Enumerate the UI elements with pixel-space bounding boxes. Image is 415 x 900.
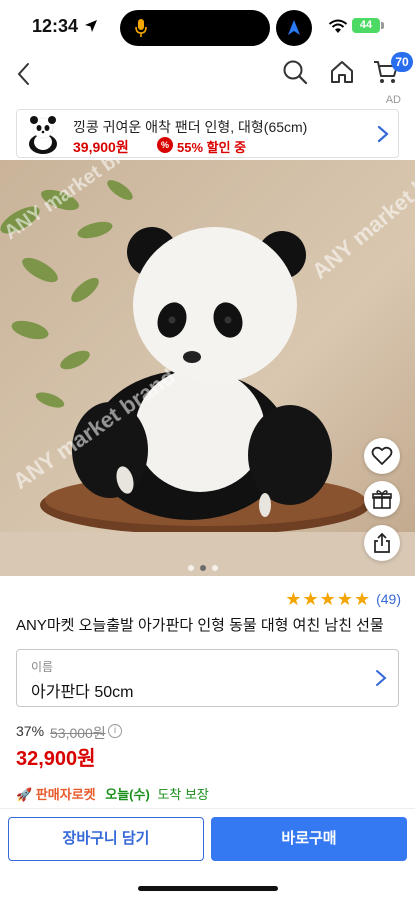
- search-icon[interactable]: [281, 58, 309, 86]
- heart-icon: [371, 446, 393, 465]
- product-title: ANY마켓 오늘출발 아가판다 인형 동물 대형 여친 남친 선물: [16, 617, 384, 634]
- ad-discount: 55% 할인 중: [177, 140, 247, 155]
- star-icon: ★: [319, 589, 336, 609]
- wifi-icon: [328, 19, 348, 33]
- arrival-day: 오늘(수): [105, 787, 150, 802]
- status-time: 12:34: [32, 16, 79, 36]
- battery-cap: [381, 22, 384, 29]
- microphone-icon: [135, 19, 147, 37]
- star-icon: ★: [302, 589, 319, 609]
- back-icon[interactable]: [10, 58, 38, 90]
- pagination-dot[interactable]: [212, 565, 218, 571]
- share-button[interactable]: [364, 525, 400, 561]
- ad-banner[interactable]: 낑콩 귀여운 애착 팬더 인형, 대형(65cm) 39,900원 % 55% …: [16, 109, 399, 158]
- option-value: 아가판다 50cm: [31, 684, 134, 701]
- rocket-icon: 🚀: [16, 787, 33, 802]
- option-label: 이름: [31, 660, 54, 674]
- chevron-right-icon: [376, 670, 387, 686]
- sale-price: 32,900원: [16, 748, 96, 770]
- status-bar: 12:34 44: [0, 0, 415, 52]
- chevron-right-icon: [377, 125, 389, 143]
- delivery-info: 🚀 판매자로켓 오늘(수) 도착 보장: [16, 784, 209, 803]
- image-pagination[interactable]: [188, 565, 218, 571]
- star-icon: ★: [336, 589, 353, 609]
- discount-badge-icon: %: [157, 137, 173, 153]
- ad-price: 39,900원: [73, 139, 129, 155]
- discount-rate: 37%: [16, 723, 45, 739]
- cart-count-badge: 70: [391, 52, 413, 72]
- review-count[interactable]: (49): [376, 591, 401, 607]
- home-indicator[interactable]: [138, 886, 278, 891]
- gift-button[interactable]: [364, 481, 400, 517]
- rating[interactable]: ★ ★ ★ ★ ★ (49): [285, 590, 401, 608]
- star-icon: ★: [353, 589, 371, 609]
- location-arrow-icon: [85, 20, 97, 32]
- arrival-guarantee: 도착 보장: [157, 787, 209, 802]
- ad-title: 낑콩 귀여운 애착 팬더 인형, 대형(65cm): [73, 119, 308, 135]
- original-price: 53,000원: [50, 725, 106, 741]
- share-icon: [374, 532, 390, 553]
- top-nav: [0, 52, 415, 96]
- star-icon: ★: [285, 589, 302, 609]
- gift-icon: [372, 490, 392, 509]
- navigation-indicator: [276, 10, 312, 46]
- ad-label: AD: [385, 94, 401, 106]
- ad-panda-thumbnail: [29, 116, 57, 154]
- rocket-label: 판매자로켓: [35, 787, 96, 802]
- pagination-dot-active[interactable]: [200, 565, 206, 571]
- dynamic-island: [120, 10, 270, 46]
- battery-indicator: 44: [352, 18, 380, 33]
- info-icon[interactable]: i: [108, 724, 122, 738]
- navigation-arrow-icon: [288, 20, 300, 35]
- pagination-dot[interactable]: [188, 565, 194, 571]
- option-selector[interactable]: 이름 아가판다 50cm: [16, 649, 399, 707]
- buy-now-button[interactable]: 바로구매: [211, 817, 407, 861]
- home-icon[interactable]: [328, 58, 356, 86]
- wishlist-button[interactable]: [364, 438, 400, 474]
- product-image[interactable]: ANY market brand ANY market brand ANY ma…: [0, 160, 415, 576]
- add-to-cart-button[interactable]: 장바구니 담기: [8, 817, 204, 861]
